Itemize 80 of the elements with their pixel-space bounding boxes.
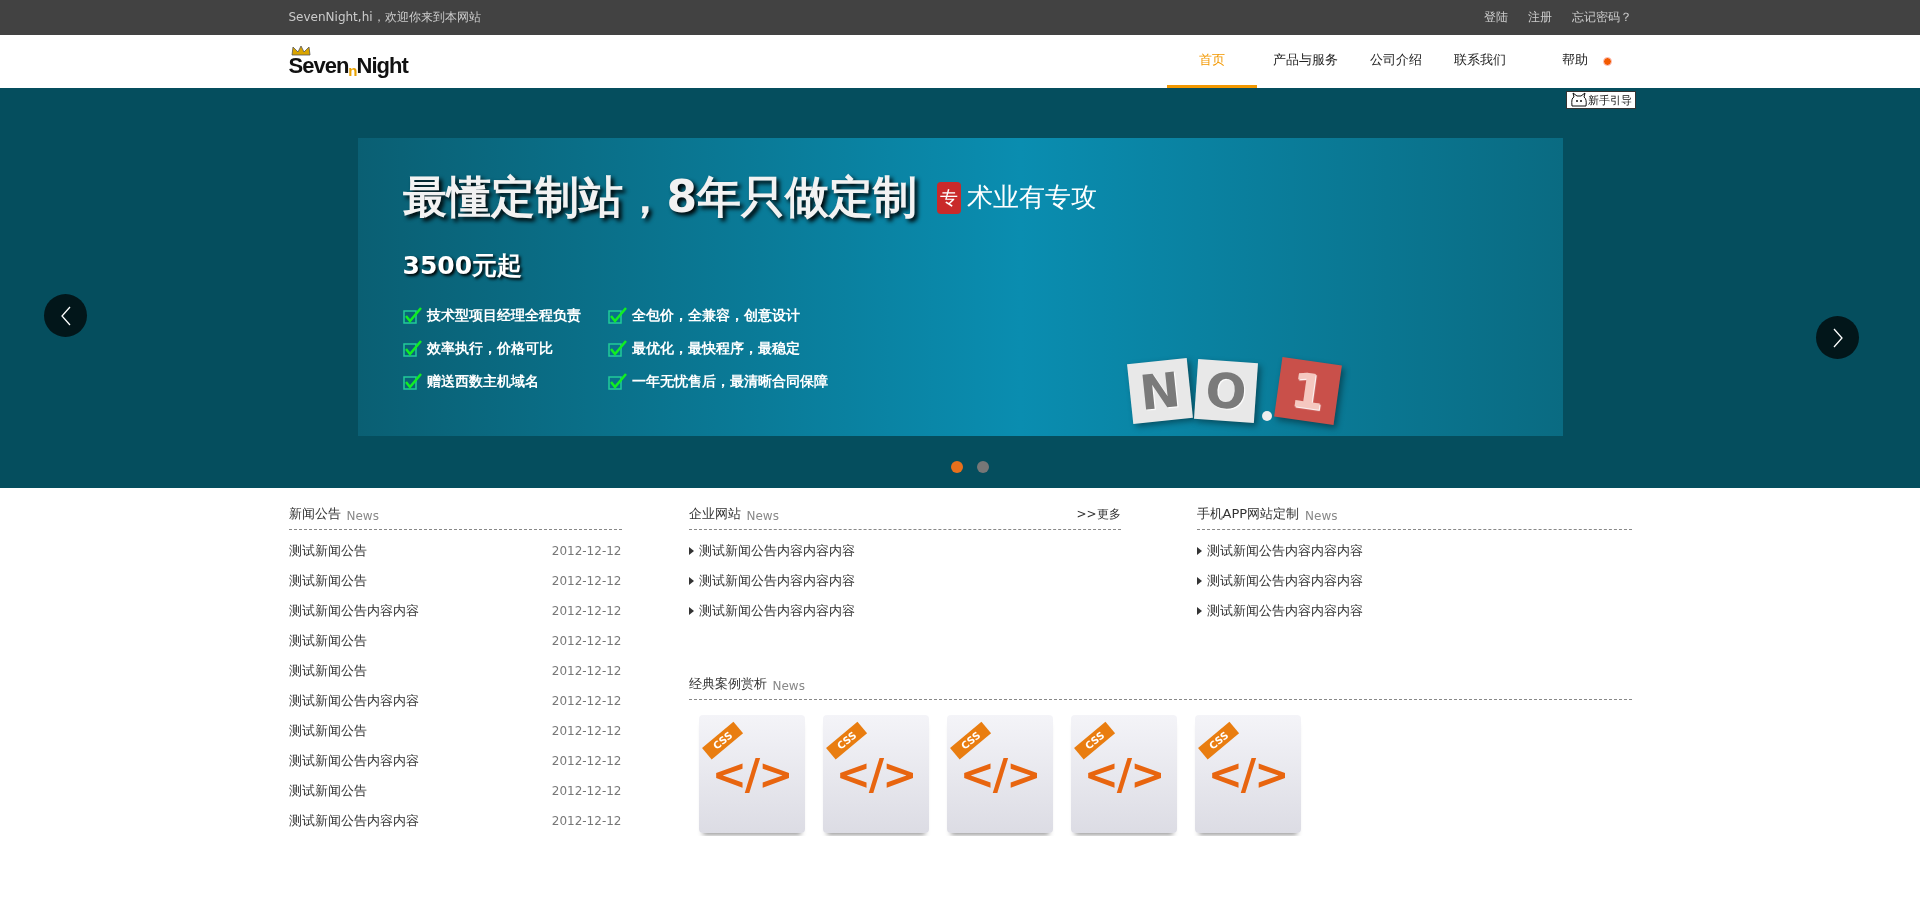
- news-link[interactable]: 测试新闻公告内容内容: [288, 692, 419, 710]
- banner-motto: 术业有专攻: [967, 181, 1098, 214]
- css-ribbon: CSS: [949, 721, 991, 760]
- cat-icon: [1569, 92, 1588, 108]
- triangle-icon: [688, 547, 694, 555]
- news-link[interactable]: 测试新闻公告内容内容: [288, 812, 419, 830]
- news-link[interactable]: 测试新闻公告: [288, 572, 367, 590]
- checkmark-icon: [402, 373, 423, 391]
- guide-tag[interactable]: 新手引导: [1565, 91, 1636, 109]
- previous-button[interactable]: [44, 294, 87, 337]
- chevron-left-icon: [59, 305, 72, 326]
- feature-text: 全包价，全兼容，创意设计: [631, 307, 800, 325]
- checkmark-icon: [607, 307, 628, 325]
- css-ribbon: CSS: [825, 721, 867, 760]
- top-link[interactable]: 注册: [1527, 9, 1552, 26]
- checkmark-icon: [402, 340, 423, 358]
- notification-dot: [1602, 57, 1612, 66]
- news-link[interactable]: 测试新闻公告: [288, 722, 367, 740]
- news-date: 2012-12-12: [551, 694, 622, 708]
- greeting-text: SevenNight,hi，欢迎你来到本网站: [288, 9, 481, 26]
- feature-text: 赠送西数主机域名: [426, 373, 539, 391]
- news-link[interactable]: 测试新闻公告: [288, 782, 367, 800]
- news-date: 2012-12-12: [551, 724, 622, 738]
- checkmark-icon: [607, 373, 628, 391]
- news-link[interactable]: 测试新闻公告内容内容: [288, 602, 419, 620]
- news-link[interactable]: 测试新闻公告: [288, 542, 367, 560]
- news-date: 2012-12-12: [551, 544, 622, 558]
- news-date: 2012-12-12: [551, 814, 622, 828]
- slide-dot[interactable]: [977, 461, 989, 473]
- feature-text: 一年无忧售后，最清晰合同保障: [631, 373, 828, 391]
- news-link[interactable]: 测试新闻公告内容内容内容: [698, 542, 855, 560]
- section-title: 手机APP网站定制: [1196, 505, 1300, 523]
- chevron-right-icon: [1831, 327, 1844, 348]
- news-link[interactable]: 测试新闻公告内容内容内容: [698, 572, 855, 590]
- section-subtitle: News: [346, 509, 380, 523]
- section-title: 新闻公告: [288, 505, 341, 523]
- nav-tab[interactable]: 产品与服务: [1256, 35, 1354, 88]
- section-title: 经典案例赏析: [688, 675, 767, 693]
- nav-tab[interactable]: 公司介绍: [1353, 35, 1438, 88]
- news-link[interactable]: 测试新闻公告内容内容内容: [1206, 572, 1363, 590]
- section-subtitle: News: [1305, 509, 1339, 523]
- news-date: 2012-12-12: [551, 604, 622, 618]
- news-date: 2012-12-12: [551, 754, 622, 768]
- top-link[interactable]: 登陆: [1483, 9, 1508, 26]
- checkmark-icon: [607, 340, 628, 358]
- price-text: 3500元起: [402, 250, 524, 282]
- css-ribbon: CSS: [1073, 721, 1115, 760]
- news-link[interactable]: 测试新闻公告内容内容内容: [1206, 542, 1363, 560]
- news-link[interactable]: 测试新闻公告: [288, 632, 367, 650]
- triangle-icon: [688, 607, 694, 615]
- banner-title: 最懂定制站，8年只做定制: [402, 170, 918, 224]
- section-subtitle: News: [772, 679, 806, 693]
- nav-tab[interactable]: 帮助: [1521, 35, 1612, 88]
- next-button[interactable]: [1816, 316, 1859, 359]
- css-ribbon: CSS: [1197, 721, 1239, 760]
- feature-text: 效率执行，价格可比: [426, 340, 553, 358]
- news-date: 2012-12-12: [551, 664, 622, 678]
- crown-icon: [290, 44, 311, 56]
- section-subtitle: News: [746, 509, 780, 523]
- news-date: 2012-12-12: [551, 574, 622, 588]
- css-ribbon: CSS: [701, 721, 743, 760]
- news-link[interactable]: 测试新闻公告: [288, 662, 367, 680]
- news-date: 2012-12-12: [551, 634, 622, 648]
- triangle-icon: [1196, 547, 1202, 555]
- triangle-icon: [1196, 577, 1202, 585]
- feature-text: 技术型项目经理全程负责: [426, 307, 581, 325]
- news-link[interactable]: 测试新闻公告内容内容内容: [698, 602, 855, 620]
- top-link[interactable]: 忘记密码？: [1571, 9, 1632, 26]
- news-date: 2012-12-12: [551, 784, 622, 798]
- news-link[interactable]: 测试新闻公告内容内容: [288, 752, 419, 770]
- news-link[interactable]: 测试新闻公告内容内容内容: [1206, 602, 1363, 620]
- nav-tab[interactable]: 联系我们: [1437, 35, 1522, 88]
- seal-stamp: 专: [937, 181, 962, 214]
- slide-dot[interactable]: [951, 461, 963, 473]
- triangle-icon: [688, 577, 694, 585]
- feature-text: 最优化，最快程序，最稳定: [631, 340, 800, 358]
- checkmark-icon: [402, 307, 423, 325]
- section-title: 企业网站: [688, 505, 741, 523]
- more-link[interactable]: >>更多: [1076, 506, 1121, 523]
- triangle-icon: [1196, 607, 1202, 615]
